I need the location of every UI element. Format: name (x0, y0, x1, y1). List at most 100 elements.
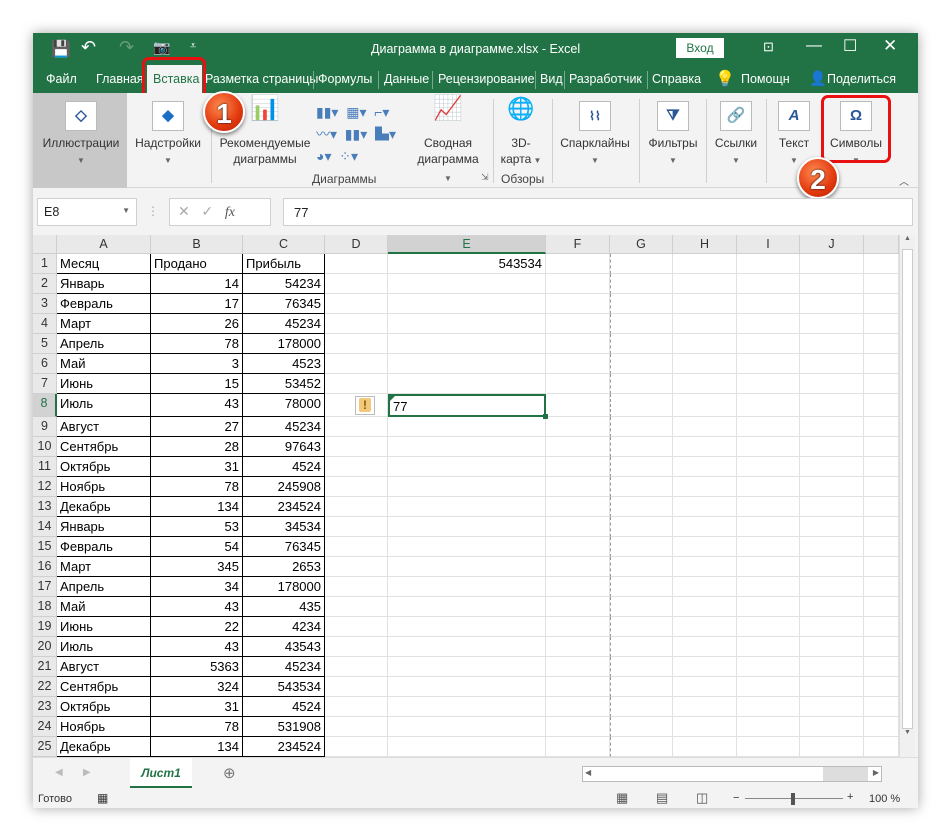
cell-C16[interactable]: 2653 (243, 557, 325, 577)
cell-D16[interactable] (325, 557, 388, 577)
cell-C7[interactable]: 53452 (243, 374, 325, 394)
illustrations-button[interactable]: ◇Иллюстрации▼ (37, 101, 125, 169)
cell-A20[interactable]: Июль (57, 637, 151, 657)
select-all-corner[interactable] (33, 235, 57, 254)
cell-H3[interactable] (673, 294, 737, 314)
ribbon-display-icon[interactable]: ⊡ (763, 39, 774, 55)
cell-F4[interactable] (546, 314, 610, 334)
3d-map-button[interactable]: 🌐3D-карта ▼ (496, 101, 546, 169)
undo-icon[interactable]: ↶ (81, 37, 96, 58)
cell-A8[interactable]: Июль (57, 394, 151, 417)
cell-J2[interactable] (800, 274, 864, 294)
zoom-out-button[interactable]: − (733, 792, 739, 804)
cell-K19[interactable] (864, 617, 899, 637)
row-header[interactable]: 12 (33, 477, 57, 497)
cell-A3[interactable]: Февраль (57, 294, 151, 314)
add-sheet-icon[interactable]: ⊕ (223, 764, 236, 782)
cell-G11[interactable] (610, 457, 673, 477)
cell-I9[interactable] (737, 417, 800, 437)
cell-G13[interactable] (610, 497, 673, 517)
tab-review[interactable]: Рецензирование (438, 72, 535, 86)
cell-B11[interactable]: 31 (151, 457, 243, 477)
cell-A7[interactable]: Июнь (57, 374, 151, 394)
cell-H8[interactable] (673, 394, 737, 417)
cell-K10[interactable] (864, 437, 899, 457)
row-header[interactable]: 13 (33, 497, 57, 517)
tab-formulas[interactable]: Формулы (318, 72, 372, 86)
cell-G6[interactable] (610, 354, 673, 374)
cell-F11[interactable] (546, 457, 610, 477)
cell-K4[interactable] (864, 314, 899, 334)
cell-H24[interactable] (673, 717, 737, 737)
cell-J25[interactable] (800, 737, 864, 757)
cell-J3[interactable] (800, 294, 864, 314)
cell-D25[interactable] (325, 737, 388, 757)
camera-icon[interactable]: 📷 (153, 39, 170, 56)
column-header-D[interactable]: D (325, 235, 388, 254)
cell-I7[interactable] (737, 374, 800, 394)
cell-H6[interactable] (673, 354, 737, 374)
row-header[interactable]: 7 (33, 374, 57, 394)
cell-E21[interactable] (388, 657, 546, 677)
cell-C17[interactable]: 178000 (243, 577, 325, 597)
cell-E19[interactable] (388, 617, 546, 637)
cell-I10[interactable] (737, 437, 800, 457)
cell-C3[interactable]: 76345 (243, 294, 325, 314)
cell-D3[interactable] (325, 294, 388, 314)
cell-H21[interactable] (673, 657, 737, 677)
cell-E7[interactable] (388, 374, 546, 394)
row-header[interactable]: 9 (33, 417, 57, 437)
column-header-I[interactable]: I (737, 235, 800, 254)
cell-J13[interactable] (800, 497, 864, 517)
cell-F6[interactable] (546, 354, 610, 374)
cell-J11[interactable] (800, 457, 864, 477)
cell-F14[interactable] (546, 517, 610, 537)
cell-H19[interactable] (673, 617, 737, 637)
cell-D1[interactable] (325, 254, 388, 274)
row-header[interactable]: 1 (33, 254, 57, 274)
cell-J20[interactable] (800, 637, 864, 657)
cell-B20[interactable]: 43 (151, 637, 243, 657)
cell-C5[interactable]: 178000 (243, 334, 325, 354)
cell-B21[interactable]: 5363 (151, 657, 243, 677)
cell-G5[interactable] (610, 334, 673, 354)
row-header[interactable]: 15 (33, 537, 57, 557)
cell-I22[interactable] (737, 677, 800, 697)
cell-B14[interactable]: 53 (151, 517, 243, 537)
cell-F19[interactable] (546, 617, 610, 637)
cell-A13[interactable]: Декабрь (57, 497, 151, 517)
cell-J16[interactable] (800, 557, 864, 577)
cell-F15[interactable] (546, 537, 610, 557)
row-header[interactable]: 25 (33, 737, 57, 757)
cell-B9[interactable]: 27 (151, 417, 243, 437)
cell-H15[interactable] (673, 537, 737, 557)
cell-I25[interactable] (737, 737, 800, 757)
cell-E25[interactable] (388, 737, 546, 757)
cell-K14[interactable] (864, 517, 899, 537)
cell-F7[interactable] (546, 374, 610, 394)
cell-A22[interactable]: Сентябрь (57, 677, 151, 697)
cell-K2[interactable] (864, 274, 899, 294)
row-header[interactable]: 22 (33, 677, 57, 697)
cell-F9[interactable] (546, 417, 610, 437)
cell-D19[interactable] (325, 617, 388, 637)
signin-button[interactable]: Вход (676, 38, 724, 58)
cell-J21[interactable] (800, 657, 864, 677)
cell-E12[interactable] (388, 477, 546, 497)
cell-K11[interactable] (864, 457, 899, 477)
column-header-B[interactable]: B (151, 235, 243, 254)
cell-H5[interactable] (673, 334, 737, 354)
tab-file[interactable]: Файл (46, 72, 77, 86)
cell-I16[interactable] (737, 557, 800, 577)
cell-D21[interactable] (325, 657, 388, 677)
cell-I3[interactable] (737, 294, 800, 314)
cell-B1[interactable]: Продано (151, 254, 243, 274)
name-box[interactable]: E8▼ (37, 198, 137, 226)
filters-button[interactable]: ⧩Фильтры▼ (643, 101, 703, 169)
cell-K9[interactable] (864, 417, 899, 437)
cell-H4[interactable] (673, 314, 737, 334)
cell-I13[interactable] (737, 497, 800, 517)
cell-F5[interactable] (546, 334, 610, 354)
cell-B25[interactable]: 134 (151, 737, 243, 757)
cancel-icon[interactable]: ✕ (178, 203, 190, 219)
